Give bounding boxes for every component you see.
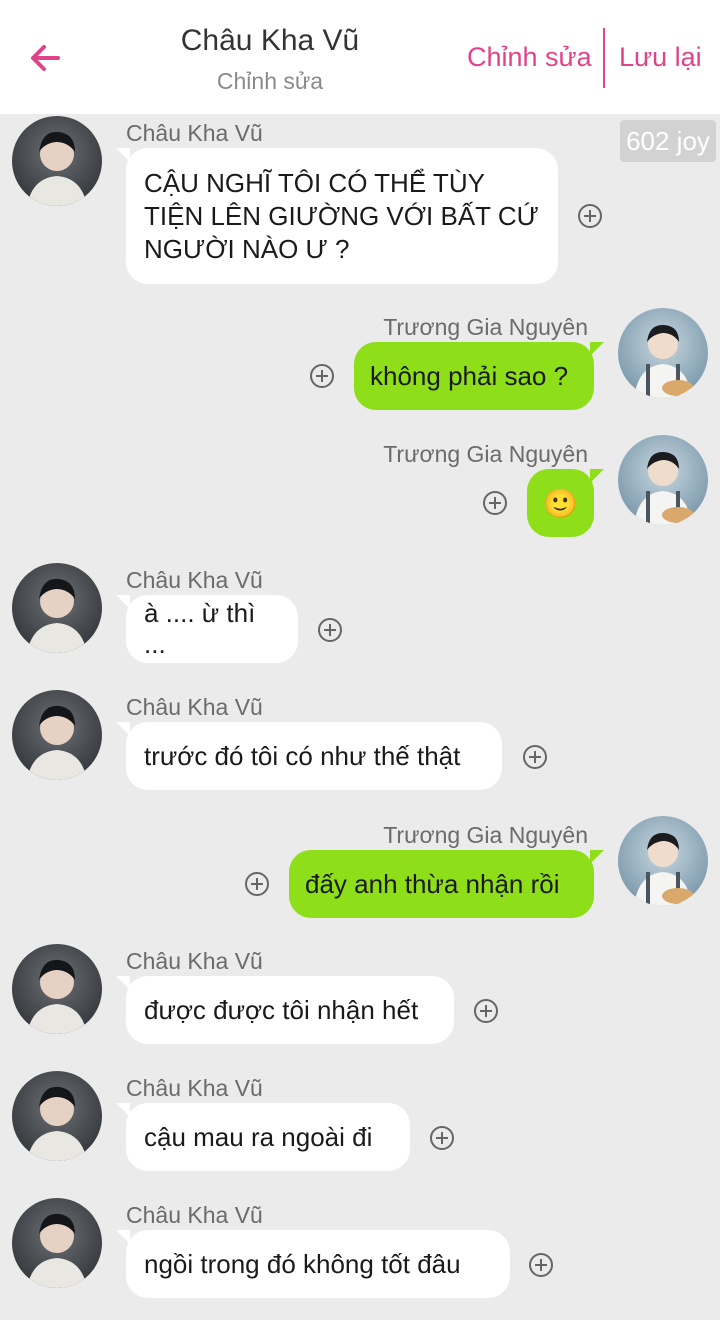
chat-title: Châu Kha Vũ <box>180 24 360 57</box>
message-bubble-sent[interactable]: 🙂 <box>527 469 604 537</box>
message-bubble-sent[interactable]: đấy anh thừa nhận rồi <box>289 850 604 918</box>
add-reaction-icon[interactable] <box>483 491 507 515</box>
sender-name: Trương Gia Nguyên <box>383 822 588 848</box>
sender-name: Châu Kha Vũ <box>126 948 263 974</box>
avatar-image <box>618 816 708 906</box>
avatar-chau-kha-vu[interactable] <box>12 1071 102 1161</box>
sender-name: Trương Gia Nguyên <box>383 314 588 340</box>
message-bubble-received[interactable]: trước đó tôi có như thế thật <box>116 722 502 790</box>
sender-name: Châu Kha Vũ <box>126 694 263 720</box>
avatar-image <box>12 1198 102 1288</box>
add-reaction-icon[interactable] <box>310 364 334 388</box>
message-text: ngồi trong đó không tốt đâu <box>144 1248 461 1279</box>
avatar-chau-kha-vu[interactable] <box>12 1198 102 1288</box>
add-reaction-icon[interactable] <box>578 204 602 228</box>
message-bubble-sent[interactable]: không phải sao ? <box>354 342 604 410</box>
add-reaction-icon[interactable] <box>474 999 498 1023</box>
avatar-chau-kha-vu[interactable] <box>12 944 102 1034</box>
sender-name: Châu Kha Vũ <box>126 120 263 146</box>
sender-name: Châu Kha Vũ <box>126 567 263 593</box>
avatar-image <box>618 435 708 525</box>
avatar-chau-kha-vu[interactable] <box>12 116 102 206</box>
avatar-chau-kha-vu[interactable] <box>12 563 102 653</box>
add-reaction-icon[interactable] <box>529 1253 553 1277</box>
save-button[interactable]: Lưu lại <box>619 42 702 73</box>
header-divider <box>603 28 605 88</box>
sender-name: Trương Gia Nguyên <box>383 441 588 467</box>
message-bubble-received[interactable]: à .... ừ thì ... <box>116 595 298 663</box>
sender-name: Châu Kha Vũ <box>126 1075 263 1101</box>
message-text: cậu mau ra ngoài đi <box>144 1121 373 1152</box>
message-bubble-received[interactable]: cậu mau ra ngoài đi <box>116 1103 410 1171</box>
avatar-image <box>12 1071 102 1161</box>
app-header: Châu Kha Vũ Chỉnh sửa Chỉnh sửa Lưu lại <box>0 0 720 114</box>
add-reaction-icon[interactable] <box>523 745 547 769</box>
message-text: à .... ừ thì ... <box>144 598 256 659</box>
joy-badge: 602 joy <box>620 120 716 162</box>
message-text: trước đó tôi có như thế thật <box>144 740 461 771</box>
avatar-truong-gia-nguyen[interactable] <box>618 308 708 398</box>
avatar-chau-kha-vu[interactable] <box>12 690 102 780</box>
emoji-smile: 🙂 <box>543 487 578 519</box>
message-bubble-received[interactable]: được được tôi nhận hết <box>116 976 454 1044</box>
add-reaction-icon[interactable] <box>245 872 269 896</box>
add-reaction-icon[interactable] <box>430 1126 454 1150</box>
message-bubble-received[interactable]: CẬU NGHĨ TÔI CÓ THỂ TÙY TIỆN LÊN GIƯỜNG … <box>116 148 558 284</box>
back-arrow-icon[interactable] <box>24 36 68 80</box>
message-text: không phải sao ? <box>370 360 569 391</box>
edit-button[interactable]: Chỉnh sửa <box>467 42 592 73</box>
add-reaction-icon[interactable] <box>318 618 342 642</box>
avatar-image <box>12 944 102 1034</box>
message-text: CẬU NGHĨ TÔI CÓ THỂ TÙY TIỆN LÊN GIƯỜNG … <box>144 167 539 264</box>
avatar-truong-gia-nguyen[interactable] <box>618 816 708 906</box>
avatar-truong-gia-nguyen[interactable] <box>618 435 708 525</box>
chat-subtitle: Chỉnh sửa <box>216 68 324 94</box>
sender-name: Châu Kha Vũ <box>126 1202 263 1228</box>
message-bubble-received[interactable]: ngồi trong đó không tốt đâu <box>116 1230 510 1298</box>
avatar-image <box>12 116 102 206</box>
message-text: được được tôi nhận hết <box>144 994 419 1025</box>
avatar-image <box>12 563 102 653</box>
avatar-image <box>12 690 102 780</box>
message-text: đấy anh thừa nhận rồi <box>305 868 560 899</box>
avatar-image <box>618 308 708 398</box>
